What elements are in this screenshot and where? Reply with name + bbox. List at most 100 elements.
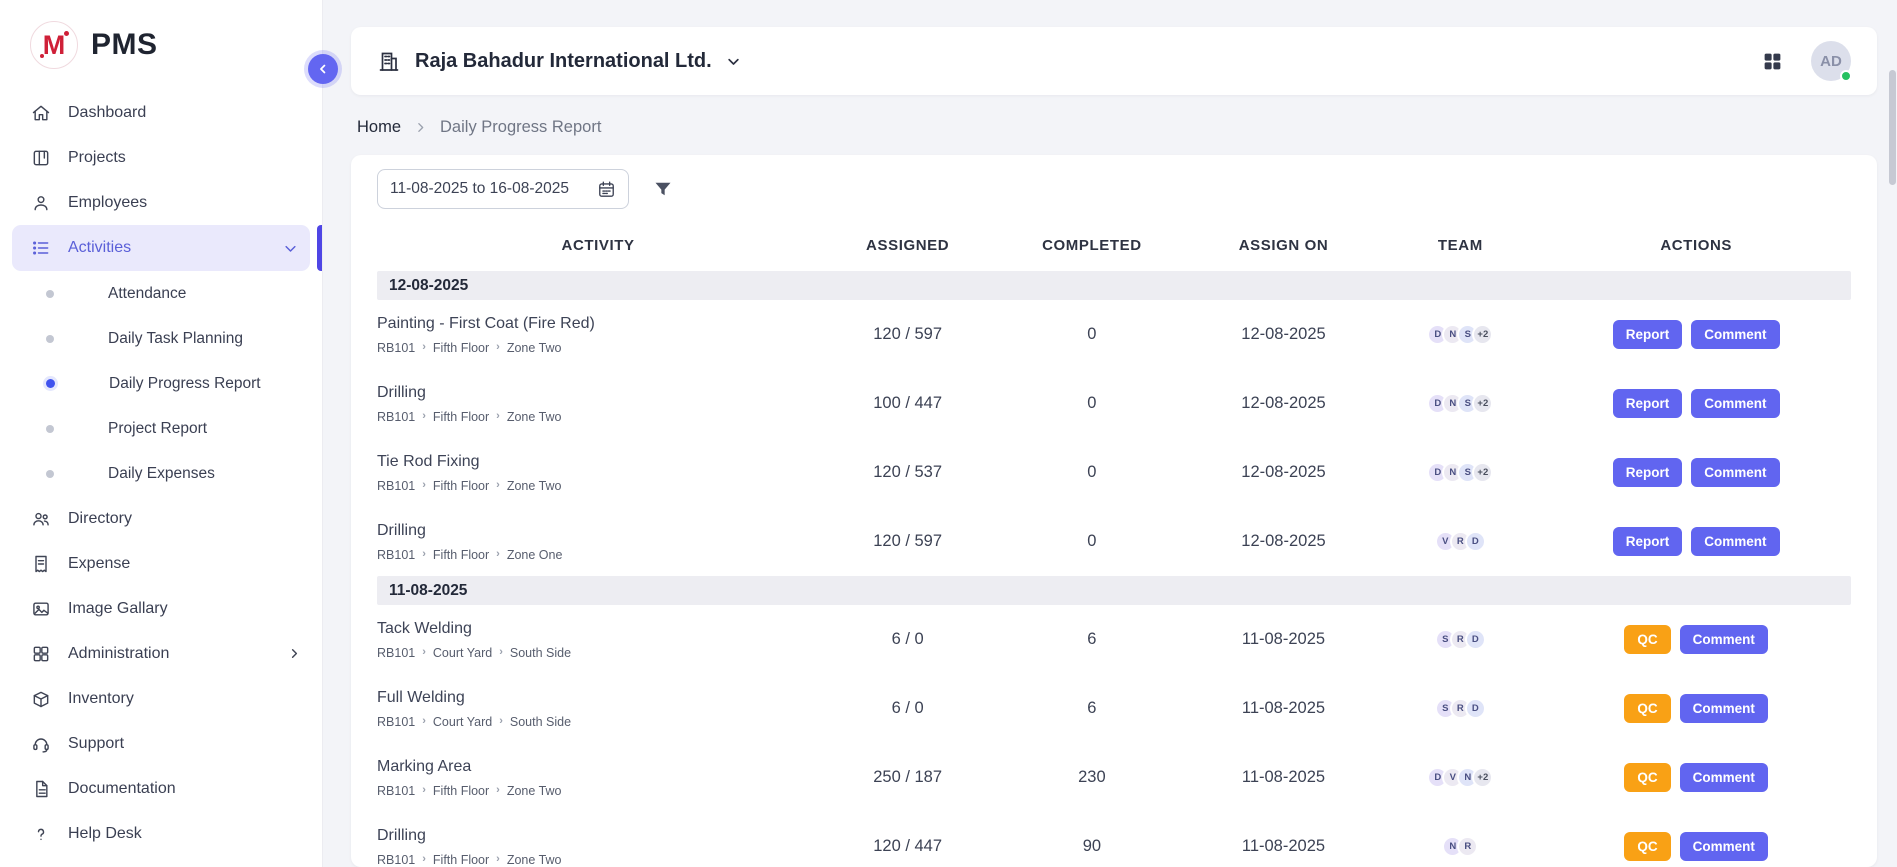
chevron-right-icon: › [496,785,500,796]
table-row: Tie Rod FixingRB101›Fifth Floor›Zone Two… [377,438,1851,507]
completed-value: 230 [996,768,1188,787]
team-avatars: DNS+2 [1379,393,1541,414]
sidebar-item-help-desk[interactable]: Help Desk [0,811,322,856]
path-segment: South Side [510,646,571,660]
column-header-assigned: ASSIGNED [819,237,996,254]
filter-icon[interactable] [653,179,673,199]
path-segment: RB101 [377,715,415,729]
calendar-icon [597,180,616,199]
page-scrollbar[interactable] [1888,0,1896,867]
qc-button[interactable]: QC [1624,625,1670,654]
apps-grid-icon[interactable] [1762,51,1783,72]
path-segment: Zone Two [507,853,562,867]
sidebar-subitem-label: Daily Task Planning [108,330,243,348]
sidebar-item-label: Employees [68,194,147,212]
completed-value: 0 [996,394,1188,413]
sidebar-item-expense[interactable]: Expense [0,541,322,586]
team-avatar[interactable]: D [1465,531,1486,552]
team-extra-count[interactable]: +2 [1472,393,1493,414]
path-segment: Zone Two [507,479,562,493]
sidebar-item-image-gallary[interactable]: Image Gallary [0,586,322,631]
support-icon [30,733,52,755]
date-range-input[interactable]: 11-08-2025 to 16-08-2025 [377,169,629,209]
qc-button[interactable]: QC [1624,763,1670,792]
chevron-right-icon: › [496,411,500,422]
sidebar-item-dashboard[interactable]: Dashboard [0,90,322,135]
path-segment: RB101 [377,479,415,493]
report-button[interactable]: Report [1613,389,1683,418]
sidebar-subitem-project-report[interactable]: Project Report [0,406,322,451]
sidebar-item-administration[interactable]: Administration [0,631,322,676]
sidebar-subitem-attendance[interactable]: Attendance [0,271,322,316]
report-button[interactable]: Report [1613,458,1683,487]
sidebar-subitem-daily-expenses[interactable]: Daily Expenses [0,451,322,496]
sidebar-item-projects[interactable]: Projects [0,135,322,180]
row-actions: QC Comment [1541,694,1851,723]
table-row: DrillingRB101›Fifth Floor›Zone One120 / … [377,507,1851,576]
row-actions: Report Comment [1541,389,1851,418]
comment-button[interactable]: Comment [1691,389,1779,418]
sidebar-item-activities[interactable]: Activities [12,225,310,271]
comment-button[interactable]: Comment [1691,527,1779,556]
qc-button[interactable]: QC [1624,694,1670,723]
report-button[interactable]: Report [1613,527,1683,556]
table-row: DrillingRB101›Fifth Floor›Zone Two100 / … [377,369,1851,438]
assign-on-value: 11-08-2025 [1188,630,1380,649]
logo: M PMS [0,0,322,86]
sidebar-subitem-label: Daily Progress Report [109,375,261,393]
sidebar-item-label: Directory [68,510,132,528]
team-extra-count[interactable]: +2 [1472,462,1493,483]
sidebar-item-documentation[interactable]: Documentation [0,766,322,811]
comment-button[interactable]: Comment [1680,625,1768,654]
column-header-activity: ACTIVITY [377,237,819,254]
company-selector[interactable]: Raja Bahadur International Ltd. [377,49,741,73]
sidebar-subitem-daily-task-planning[interactable]: Daily Task Planning [0,316,322,361]
team-avatar[interactable]: D [1465,629,1486,650]
sidebar-subitem-daily-progress-report[interactable]: Daily Progress Report [0,361,322,406]
activity-cell: DrillingRB101›Fifth Floor›Zone Two [377,384,819,424]
sidebar-item-directory[interactable]: Directory [0,496,322,541]
team-avatar[interactable]: D [1465,698,1486,719]
comment-button[interactable]: Comment [1691,458,1779,487]
avatar[interactable]: AD [1811,41,1851,81]
avatar-initials: AD [1820,53,1842,70]
completed-value: 0 [996,463,1188,482]
row-actions: Report Comment [1541,320,1851,349]
sidebar-item-support[interactable]: Support [0,721,322,766]
table-row: Marking AreaRB101›Fifth Floor›Zone Two25… [377,743,1851,812]
chevron-right-icon: › [496,342,500,353]
breadcrumb: Home Daily Progress Report [357,117,1877,137]
comment-button[interactable]: Comment [1680,694,1768,723]
comment-button[interactable]: Comment [1691,320,1779,349]
row-actions: QC Comment [1541,625,1851,654]
comment-button[interactable]: Comment [1680,832,1768,861]
team-avatar[interactable]: R [1457,836,1478,857]
completed-value: 90 [996,837,1188,856]
date-range-value: 11-08-2025 to 16-08-2025 [390,180,569,198]
table-header: ACTIVITYASSIGNEDCOMPLETEDASSIGN ONTEAMAC… [377,219,1851,271]
assign-on-value: 12-08-2025 [1188,394,1380,413]
sidebar-item-employees[interactable]: Employees [0,180,322,225]
qc-button[interactable]: QC [1624,832,1670,861]
activity-path: RB101›Fifth Floor›Zone Two [377,479,807,493]
expense-icon [30,553,52,575]
activity-title: Drilling [377,827,807,845]
activity-title: Painting - First Coat (Fire Red) [377,315,807,333]
team-extra-count[interactable]: +2 [1472,324,1493,345]
sidebar-collapse-button[interactable] [308,54,338,84]
report-button[interactable]: Report [1613,320,1683,349]
sidebar-item-inventory[interactable]: Inventory [0,676,322,721]
logo-text: PMS [91,28,158,62]
column-header-assign-on: ASSIGN ON [1188,237,1380,254]
chevron-right-icon: › [422,647,426,658]
scrollbar-thumb[interactable] [1889,70,1896,185]
column-header-completed: COMPLETED [996,237,1188,254]
breadcrumb-home[interactable]: Home [357,118,401,137]
comment-button[interactable]: Comment [1680,763,1768,792]
group-date-row: 11-08-2025 [377,576,1851,605]
bullet-icon [46,470,54,478]
team-extra-count[interactable]: +2 [1472,767,1493,788]
active-item-indicator [317,225,322,271]
sidebar-item-label: Documentation [68,780,176,798]
sidebar-subitem-label: Daily Expenses [108,465,215,483]
